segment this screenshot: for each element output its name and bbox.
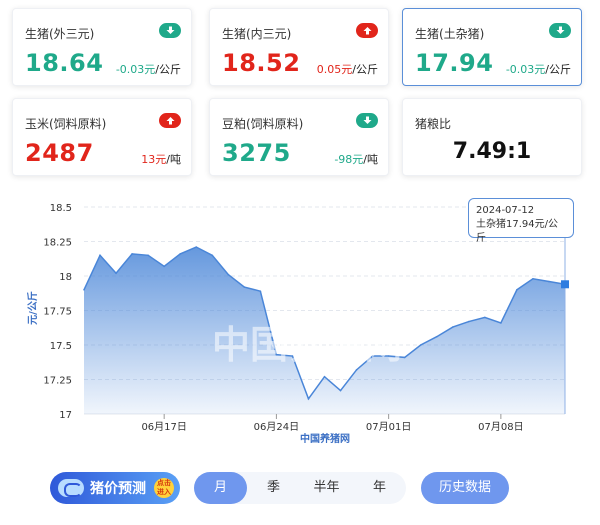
x-axis-label: 中国养猪网 — [300, 432, 350, 445]
card-pig-neisanyuan[interactable]: 生猪(内三元) 18.52 0.05元/公斤 — [209, 8, 389, 86]
card-price: 18.64 — [25, 49, 104, 77]
y-tick-label: 18 — [59, 272, 72, 283]
x-tick-label: 07月01日 — [366, 421, 411, 433]
history-data-button[interactable]: 历史数据 — [421, 472, 509, 504]
period-quarter[interactable]: 季 — [247, 472, 300, 504]
forecast-label: 猪价预测 — [90, 481, 146, 497]
tooltip-date: 2024-07-12 — [476, 205, 535, 216]
x-tick-label: 06月24日 — [254, 421, 299, 433]
data-point — [468, 320, 470, 323]
card-price: 3275 — [222, 139, 291, 167]
data-point — [484, 316, 486, 319]
card-corn[interactable]: 玉米(饲料原料) 2487 13元/吨 — [12, 98, 192, 176]
arrow-up-icon — [356, 23, 378, 38]
ratio-value: 7.49:1 — [452, 139, 532, 164]
y-axis-label: 元/公斤 — [26, 291, 39, 325]
y-tick-label: 17 — [59, 410, 72, 421]
cloud-icon — [58, 479, 84, 497]
change-unit: /吨 — [166, 153, 181, 166]
card-title: 玉米(饲料原料) — [25, 117, 107, 131]
change-amount: -0.03元 — [505, 63, 546, 76]
data-point — [195, 246, 198, 248]
card-price: 2487 — [25, 139, 94, 167]
card-price: 17.94 — [415, 49, 494, 77]
x-tick-label: 06月17日 — [141, 421, 186, 433]
data-point — [163, 265, 165, 268]
data-point — [99, 254, 101, 257]
y-tick-label: 17.75 — [43, 307, 72, 318]
period-half-year[interactable]: 半年 — [300, 472, 353, 504]
chart-controls: 猪价预测 点击进入 月 季 半年 年 历史数据 — [0, 468, 600, 508]
change-amount: -0.03元 — [115, 63, 156, 76]
change-amount: 13元 — [141, 153, 167, 166]
card-change: -98元/吨 — [334, 151, 378, 167]
change-unit: /公斤 — [545, 63, 571, 76]
card-change: -0.03元/公斤 — [506, 61, 571, 77]
data-point — [548, 280, 550, 283]
data-point — [259, 290, 262, 292]
change-unit: /公斤 — [155, 63, 181, 76]
arrow-down-icon — [549, 23, 571, 38]
arrow-down-icon — [356, 113, 378, 128]
card-price: 18.52 — [222, 49, 301, 77]
price-cards: 生猪(外三元) 18.64 -0.03元/公斤 生猪(内三元) 18.52 0.… — [12, 8, 588, 178]
period-year[interactable]: 年 — [353, 472, 406, 504]
enter-tag: 点击进入 — [154, 478, 174, 498]
card-title: 生猪(内三元) — [222, 27, 292, 41]
card-soybean-meal[interactable]: 豆粕(饲料原料) 3275 -98元/吨 — [209, 98, 389, 176]
data-point — [419, 344, 422, 346]
data-point — [403, 356, 406, 359]
card-pig-grain-ratio[interactable]: 猪粮比 7.49:1 — [402, 98, 582, 176]
data-point — [451, 326, 454, 328]
data-point — [179, 253, 181, 255]
data-point — [131, 253, 133, 255]
y-tick-label: 17.5 — [50, 341, 72, 352]
data-point — [516, 289, 518, 291]
data-point — [83, 289, 85, 291]
change-amount: 0.05元 — [316, 63, 353, 76]
y-tick-label: 18.5 — [50, 203, 72, 214]
data-point — [323, 375, 326, 378]
price-forecast-button[interactable]: 猪价预测 点击进入 — [50, 472, 180, 504]
period-month[interactable]: 月 — [194, 472, 247, 504]
data-point — [243, 286, 246, 288]
hover-marker — [561, 280, 569, 289]
x-tick-label: 07月08日 — [478, 421, 523, 433]
data-point — [532, 277, 534, 280]
data-point — [339, 389, 342, 392]
card-title: 生猪(土杂猪) — [415, 27, 485, 41]
card-title: 猪粮比 — [415, 117, 452, 131]
y-tick-label: 18.25 — [43, 238, 72, 249]
card-title: 豆粕(饲料原料) — [222, 117, 304, 131]
data-point — [500, 322, 502, 324]
card-pig-waisanyuan[interactable]: 生猪(外三元) 18.64 -0.03元/公斤 — [12, 8, 192, 86]
change-amount: -98元 — [334, 153, 364, 166]
change-unit: /吨 — [363, 153, 378, 166]
data-point — [307, 398, 310, 400]
card-pig-tuzazhu[interactable]: 生猪(土杂猪) 17.94 -0.03元/公斤 — [402, 8, 582, 86]
period-selector: 月 季 半年 年 — [194, 472, 406, 504]
card-change: 0.05元/公斤 — [317, 61, 378, 77]
chart-tooltip: 2024-07-12 土杂猪17.94元/公斤 — [468, 198, 574, 244]
card-change: -0.03元/公斤 — [116, 61, 181, 77]
data-point — [211, 254, 214, 257]
data-point — [147, 254, 149, 257]
tooltip-value: 土杂猪17.94元/公斤 — [476, 219, 558, 244]
card-change: 13元/吨 — [141, 151, 181, 167]
arrow-up-icon — [159, 113, 181, 128]
card-title: 生猪(外三元) — [25, 27, 95, 41]
data-point — [355, 369, 358, 371]
y-tick-label: 17.25 — [43, 376, 72, 387]
arrow-down-icon — [159, 23, 181, 38]
change-unit: /公斤 — [352, 63, 378, 76]
chart-watermark: 中国养猪网 — [212, 323, 402, 367]
data-point — [227, 273, 230, 276]
data-point — [435, 335, 438, 338]
data-point — [115, 272, 117, 275]
